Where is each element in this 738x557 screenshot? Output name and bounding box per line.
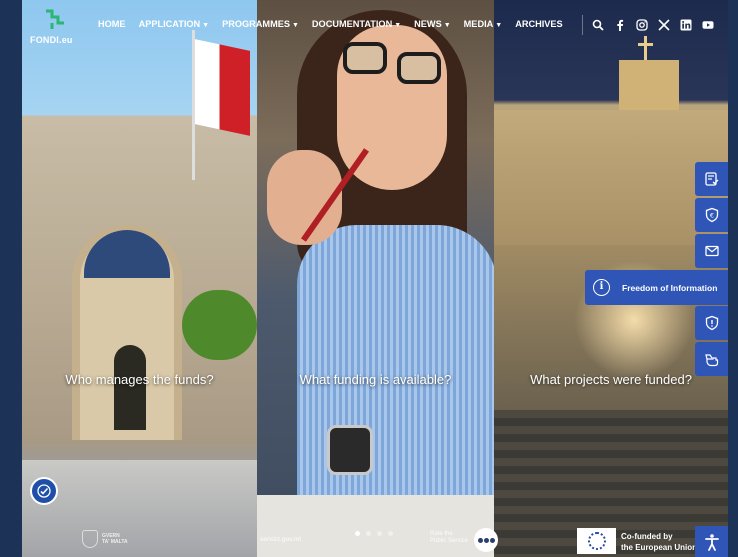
youtube-icon[interactable] bbox=[699, 16, 717, 34]
servizz-logo[interactable]: servizz.gov.mt bbox=[260, 536, 301, 543]
search-icon[interactable] bbox=[589, 16, 607, 34]
menu-item-home[interactable]: HOME bbox=[98, 19, 126, 29]
facebook-icon[interactable] bbox=[611, 16, 629, 34]
shield-euro-icon: € bbox=[705, 207, 718, 223]
smart-watch bbox=[327, 425, 373, 475]
instagram-icon[interactable] bbox=[633, 16, 651, 34]
panel-funding-available[interactable]: What funding is available? bbox=[257, 0, 494, 557]
pavement bbox=[22, 460, 257, 557]
eu-line: Co-funded by bbox=[621, 532, 673, 541]
panel-caption: What projects were funded? bbox=[530, 372, 692, 387]
nav-divider bbox=[582, 15, 583, 35]
info-icon: i bbox=[593, 279, 610, 296]
menu-label: HOME bbox=[98, 19, 126, 29]
gov-text-line: TA' MALTA bbox=[102, 539, 128, 545]
chevron-down-icon: ▼ bbox=[394, 22, 402, 29]
menu-item-media[interactable]: MEDIA ▼ bbox=[464, 19, 503, 29]
panel-caption: Who manages the funds? bbox=[65, 372, 214, 387]
carousel-dots bbox=[355, 531, 393, 536]
rate-line: Rate the bbox=[430, 531, 453, 537]
gov-text: GVERN TA' MALTA bbox=[102, 533, 128, 545]
fondi-logo-icon bbox=[46, 9, 64, 29]
linkedin-icon[interactable] bbox=[677, 16, 695, 34]
side-btn-contact[interactable] bbox=[695, 234, 728, 268]
freedom-of-information-button[interactable]: i Freedom of Information bbox=[585, 270, 728, 305]
site-logo[interactable]: FONDI.eu bbox=[30, 8, 80, 48]
glasses bbox=[397, 52, 441, 84]
nav-icons bbox=[589, 16, 721, 34]
side-btn-funds[interactable]: € bbox=[695, 198, 728, 232]
panel-who-manages[interactable]: Who manages the funds? bbox=[22, 0, 257, 557]
rate-service-icon[interactable] bbox=[474, 528, 498, 552]
accessibility-check-icon bbox=[37, 484, 51, 498]
logo-text: FONDI.eu bbox=[30, 35, 73, 45]
government-logo[interactable]: GVERN TA' MALTA bbox=[82, 530, 128, 548]
panel-caption: What funding is available? bbox=[299, 372, 452, 387]
shield-alert-icon bbox=[705, 315, 718, 331]
church-tower bbox=[619, 60, 679, 110]
svg-text:€: € bbox=[709, 212, 713, 220]
stone-wall bbox=[494, 110, 728, 245]
carousel-dot[interactable] bbox=[377, 531, 382, 536]
accessibility-button[interactable] bbox=[695, 526, 728, 557]
menu-label: APPLICATION bbox=[138, 19, 201, 29]
menu-item-archives[interactable]: ARCHIVES bbox=[515, 19, 562, 29]
carousel-dot[interactable] bbox=[366, 531, 371, 536]
menu-label: PROGRAMMES bbox=[222, 19, 290, 29]
menu-item-application[interactable]: APPLICATION ▼ bbox=[139, 19, 210, 29]
menu-label: MEDIA bbox=[463, 19, 494, 29]
menu-item-programmes[interactable]: PROGRAMMES ▼ bbox=[222, 19, 299, 29]
rate-line: Public Service bbox=[430, 538, 469, 544]
form-check-icon bbox=[704, 172, 718, 186]
eu-flag-icon bbox=[577, 528, 616, 554]
top-navigation: FONDI.eu HOME APPLICATION ▼ PROGRAMMES ▼ D… bbox=[22, 0, 728, 52]
tree bbox=[182, 290, 257, 360]
menu-label: DOCUMENTATION bbox=[311, 19, 393, 29]
eu-cofunded-text: Co-funded by the European Union bbox=[621, 531, 697, 553]
building-door bbox=[114, 345, 146, 430]
malta-crest-icon bbox=[82, 530, 98, 548]
rate-public-service-text[interactable]: Rate the Public Service bbox=[430, 531, 468, 545]
menu-item-documentation[interactable]: DOCUMENTATION ▼ bbox=[312, 19, 401, 29]
eu-line: the European Union bbox=[621, 543, 697, 552]
malta-flag bbox=[195, 39, 250, 136]
carousel-dot[interactable] bbox=[388, 531, 393, 536]
menu-label: NEWS bbox=[414, 19, 442, 29]
side-btn-security[interactable] bbox=[695, 306, 728, 340]
carousel-dot[interactable] bbox=[355, 531, 360, 536]
chevron-down-icon: ▼ bbox=[495, 22, 503, 29]
chevron-down-icon: ▼ bbox=[443, 22, 451, 29]
hand-pointer-icon bbox=[704, 354, 718, 367]
side-btn-forms[interactable] bbox=[695, 162, 728, 196]
x-icon[interactable] bbox=[655, 16, 673, 34]
side-btn-accessibility[interactable] bbox=[695, 342, 728, 376]
menu-item-news[interactable]: NEWS ▼ bbox=[414, 19, 451, 29]
chevron-down-icon: ▼ bbox=[202, 22, 210, 29]
accessibility-person-icon bbox=[704, 533, 719, 551]
accessibility-widget-button[interactable] bbox=[30, 477, 58, 505]
chevron-down-icon: ▼ bbox=[291, 22, 299, 29]
menu-label: ARCHIVES bbox=[515, 19, 563, 29]
envelope-icon bbox=[704, 245, 719, 257]
eu-stars-icon bbox=[587, 532, 606, 550]
main-menu: HOME APPLICATION ▼ PROGRAMMES ▼ DOCUMENTAT… bbox=[98, 19, 576, 29]
desk bbox=[257, 495, 494, 557]
woman-shirt bbox=[297, 225, 494, 515]
foi-label: Freedom of Information bbox=[622, 282, 718, 293]
